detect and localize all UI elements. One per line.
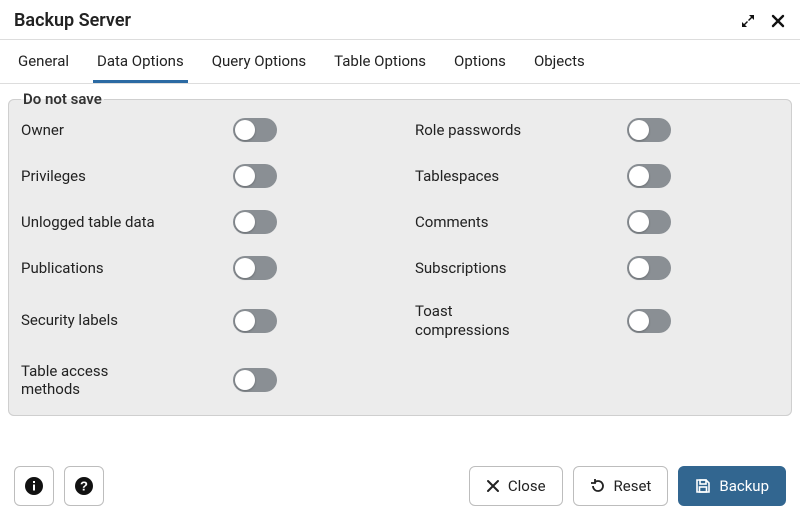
label-publications: Publications	[21, 259, 104, 278]
help-button[interactable]: ?	[64, 466, 104, 506]
label-table-access-methods: Table access methods	[21, 362, 156, 400]
label-role-passwords: Role passwords	[415, 121, 521, 140]
label-owner: Owner	[21, 121, 64, 140]
tabs: General Data Options Query Options Table…	[0, 40, 800, 84]
toggle-comments[interactable]	[627, 210, 671, 234]
label-comments: Comments	[415, 213, 489, 232]
label-privileges: Privileges	[21, 167, 86, 186]
backup-label: Backup	[719, 477, 769, 495]
dialog-title: Backup Server	[14, 10, 131, 31]
label-tablespaces: Tablespaces	[415, 167, 499, 186]
field-toast-compressions: Toast compressions	[415, 302, 779, 340]
close-label: Close	[508, 477, 546, 495]
tab-query-options[interactable]: Query Options	[208, 40, 310, 83]
tab-data-options[interactable]: Data Options	[93, 40, 188, 83]
toggle-tablespaces[interactable]	[627, 164, 671, 188]
options-grid: Owner Role passwords Privileges Tablespa…	[21, 118, 779, 399]
tab-general[interactable]: General	[14, 40, 73, 83]
close-icon[interactable]	[770, 13, 786, 29]
field-security-labels: Security labels	[21, 302, 385, 340]
dialog-footer: ? Close Reset Backup	[0, 454, 800, 518]
reset-button[interactable]: Reset	[573, 466, 669, 506]
field-table-access-methods: Table access methods	[21, 362, 385, 400]
svg-text:?: ?	[80, 479, 88, 494]
info-icon	[24, 476, 44, 496]
field-owner: Owner	[21, 118, 385, 142]
toggle-table-access-methods[interactable]	[233, 368, 277, 392]
toggle-role-passwords[interactable]	[627, 118, 671, 142]
title-bar: Backup Server	[0, 0, 800, 40]
label-toast-compressions: Toast compressions	[415, 302, 550, 340]
section-legend: Do not save	[21, 90, 104, 108]
label-subscriptions: Subscriptions	[415, 259, 506, 278]
close-button[interactable]: Close	[469, 466, 563, 506]
title-actions	[740, 13, 786, 29]
tab-table-options[interactable]: Table Options	[330, 40, 430, 83]
toggle-toast-compressions[interactable]	[627, 309, 671, 333]
label-security-labels: Security labels	[21, 311, 118, 330]
toggle-unlogged-table-data[interactable]	[233, 210, 277, 234]
backup-button[interactable]: Backup	[678, 466, 786, 506]
tab-options[interactable]: Options	[450, 40, 510, 83]
label-unlogged-table-data: Unlogged table data	[21, 213, 155, 232]
tab-objects[interactable]: Objects	[530, 40, 589, 83]
reset-label: Reset	[614, 477, 652, 495]
help-icon: ?	[74, 476, 94, 496]
toggle-publications[interactable]	[233, 256, 277, 280]
field-unlogged-table-data: Unlogged table data	[21, 210, 385, 234]
field-comments: Comments	[415, 210, 779, 234]
field-role-passwords: Role passwords	[415, 118, 779, 142]
toggle-security-labels[interactable]	[233, 309, 277, 333]
toggle-owner[interactable]	[233, 118, 277, 142]
content-scroll[interactable]: Do not save Owner Role passwords Privile…	[0, 84, 800, 454]
field-publications: Publications	[21, 256, 385, 280]
save-icon	[695, 478, 711, 494]
x-icon	[486, 479, 500, 493]
reset-icon	[590, 478, 606, 494]
toggle-subscriptions[interactable]	[627, 256, 671, 280]
field-privileges: Privileges	[21, 164, 385, 188]
do-not-save-section: Do not save Owner Role passwords Privile…	[8, 90, 792, 416]
field-tablespaces: Tablespaces	[415, 164, 779, 188]
toggle-privileges[interactable]	[233, 164, 277, 188]
info-button[interactable]	[14, 466, 54, 506]
field-subscriptions: Subscriptions	[415, 256, 779, 280]
expand-icon[interactable]	[740, 13, 756, 29]
